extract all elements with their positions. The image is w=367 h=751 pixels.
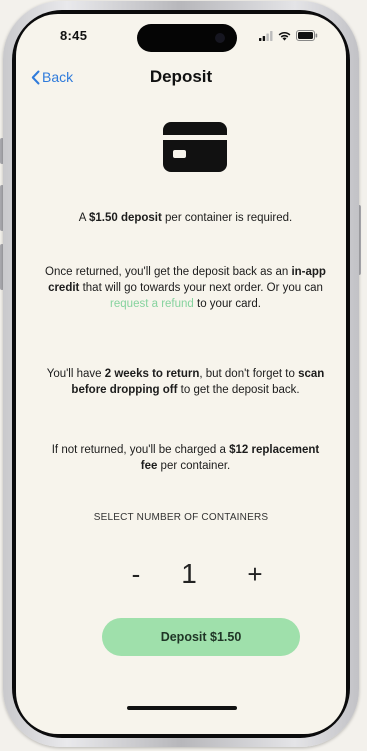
home-indicator [127,706,237,710]
decrement-button[interactable]: - [121,556,151,592]
battery-icon [296,30,318,41]
increment-button[interactable]: + [240,556,270,592]
text-span: per container. [157,460,231,472]
refund-info-text: Once returned, you'll get the deposit ba… [42,264,329,312]
deposit-button[interactable]: Deposit $1.50 [102,618,300,656]
navigation-bar: Back Deposit [16,64,346,94]
container-quantity-stepper: - 1 + [16,556,346,592]
page-title: Deposit [149,67,213,86]
text-span: Once returned, you'll get the deposit ba… [45,266,292,278]
status-bar: 8:45 [16,14,346,60]
text-span: to your card. [193,298,261,310]
deposit-info-text: A $1.50 deposit per container is require… [42,210,329,226]
container-count-label: SELECT NUMBER OF CONTAINERS [93,512,269,523]
text-span: to get the deposit back. [177,384,300,396]
status-icons [259,30,318,41]
dynamic-island [137,24,237,52]
text-span: per container is required. [161,212,293,224]
front-camera-icon [215,33,225,43]
text-span: A [78,212,89,224]
signal-icon [259,30,273,41]
status-time: 8:45 [60,28,88,43]
return-window-emphasis: 2 weeks to return [104,368,200,380]
text-span: that will go towards your next order. Or… [79,282,323,294]
container-count-value: 1 [181,558,197,589]
return-window-text: You'll have 2 weeks to return, but don't… [42,366,329,398]
phone-screen: 8:45 Back Deposit A $1.50 deposit per co… [16,14,346,734]
text-span: You'll have [46,368,105,380]
replacement-fee-text: If not returned, you'll be charged a $12… [42,442,329,474]
request-refund-link[interactable]: request a refund [110,298,194,310]
text-span: If not returned, you'll be charged a [51,444,230,456]
credit-card-icon [163,122,227,177]
wifi-icon [278,31,291,41]
stage: 8:45 Back Deposit A $1.50 deposit per co… [0,0,367,751]
text-span: , but don't forget to [199,368,299,380]
deposit-amount-emphasis: $1.50 deposit [88,212,162,224]
phone-frame: 8:45 Back Deposit A $1.50 deposit per co… [3,1,359,747]
